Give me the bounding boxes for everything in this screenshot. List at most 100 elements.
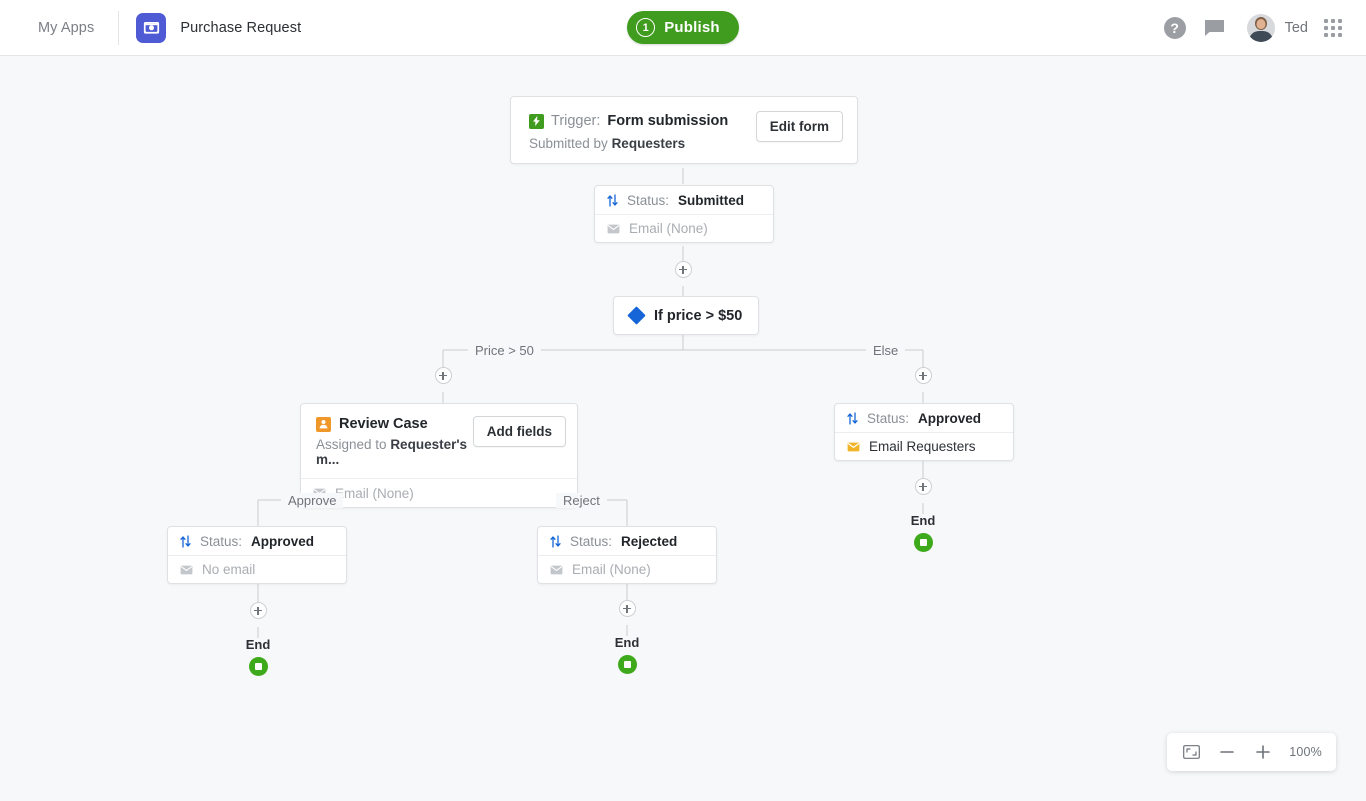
header-divider	[118, 10, 120, 45]
avatar-body	[1248, 30, 1273, 42]
help-button[interactable]: ?	[1155, 8, 1195, 48]
chat-button[interactable]	[1195, 8, 1235, 48]
end-stop-icon	[913, 533, 933, 552]
end-stop-icon	[617, 655, 637, 674]
email-row[interactable]: Email (None)	[538, 555, 716, 583]
trigger-prefix: Trigger:	[551, 113, 601, 129]
email-row[interactable]: No email	[168, 555, 346, 583]
status-row[interactable]: Status: Rejected	[538, 527, 716, 555]
status-row[interactable]: Status: Approved	[835, 404, 1013, 432]
end-label: End	[614, 635, 640, 650]
email-text: Email (None)	[629, 221, 708, 236]
review-case-title-row: Review Case	[316, 416, 473, 432]
my-apps-link[interactable]: My Apps	[38, 20, 94, 36]
help-icon: ?	[1163, 16, 1186, 39]
reject-status-card[interactable]: Status: Rejected Email (None)	[537, 526, 717, 584]
trigger-headline: Trigger: Form submission	[529, 111, 756, 131]
status-prefix: Status:	[867, 410, 910, 426]
review-case-text: Review Case Assigned to Requester's m...	[316, 416, 473, 467]
person-badge-icon	[316, 416, 331, 432]
envelope-icon	[550, 565, 563, 574]
else-node[interactable]: Status: Approved Email Requesters	[834, 403, 1014, 461]
zoom-level-label: 100%	[1289, 745, 1322, 759]
connector-wires	[257, 168, 924, 638]
app-title: Purchase Request	[180, 19, 302, 36]
status-row[interactable]: Status: Approved	[168, 527, 346, 555]
trigger-text: Trigger: Form submission Submitted by Re…	[529, 111, 756, 151]
assigned-to-prefix: Assigned to	[316, 437, 387, 452]
status-value: Submitted	[678, 192, 745, 208]
envelope-icon	[607, 224, 620, 233]
else-status-card[interactable]: Status: Approved Email Requesters	[834, 403, 1014, 461]
submitted-by-value: Requesters	[611, 136, 686, 151]
money-app-icon[interactable]	[136, 12, 167, 43]
condition-card[interactable]: If price > $50	[613, 296, 760, 335]
end-node-else[interactable]: End	[903, 513, 943, 552]
add-step-plus-false-branch[interactable]	[914, 367, 932, 384]
fit-to-screen-button[interactable]	[1181, 742, 1201, 762]
header-right-actions: ? Ted	[1155, 8, 1342, 48]
top-header: My Apps Purchase Request 1 Publish ? Ted	[0, 0, 1366, 56]
sort-arrows-icon	[180, 534, 191, 548]
end-node-approve[interactable]: End	[238, 637, 278, 676]
email-text: No email	[202, 562, 256, 577]
zoom-toolbar: 100%	[1167, 733, 1336, 771]
user-name[interactable]: Ted	[1285, 20, 1308, 36]
status-prefix: Status:	[627, 192, 670, 208]
trigger-node[interactable]: Trigger: Form submission Submitted by Re…	[510, 96, 858, 164]
status-prefix: Status:	[570, 533, 613, 549]
branch-label-reject: Reject	[556, 493, 607, 508]
status-value: Rejected	[621, 533, 678, 549]
submitted-by-prefix: Submitted by	[529, 136, 608, 151]
trigger-status-node[interactable]: Status: Submitted Email (None)	[594, 185, 774, 243]
user-avatar[interactable]	[1246, 13, 1275, 42]
add-step-plus-reject[interactable]	[618, 600, 636, 617]
add-step-plus-approve[interactable]	[249, 602, 267, 619]
email-text: Email Requesters	[869, 439, 976, 454]
workflow-canvas[interactable]: Trigger: Form submission Submitted by Re…	[0, 56, 1366, 801]
add-fields-button[interactable]: Add fields	[472, 416, 566, 447]
trigger-name: Form submission	[607, 113, 729, 129]
email-row[interactable]: Email (None)	[595, 214, 773, 242]
status-value: Approved	[918, 410, 982, 426]
condition-label: If price > $50	[654, 307, 743, 324]
approve-status-card[interactable]: Status: Approved No email	[167, 526, 347, 584]
publish-count-badge: 1	[636, 18, 656, 37]
add-step-plus-true-branch[interactable]	[434, 367, 452, 384]
email-row[interactable]: Email Requesters	[835, 432, 1013, 460]
envelope-filled-icon	[847, 442, 860, 451]
zoom-out-button[interactable]	[1217, 742, 1237, 762]
envelope-icon	[180, 565, 193, 574]
status-row[interactable]: Status: Submitted	[595, 186, 773, 214]
end-label: End	[245, 637, 271, 652]
reject-node[interactable]: Status: Rejected Email (None)	[537, 526, 717, 584]
sort-arrows-icon	[847, 411, 858, 425]
edit-form-button[interactable]: Edit form	[755, 111, 843, 142]
branch-label-true: Price > 50	[468, 343, 541, 358]
review-case-title: Review Case	[339, 416, 428, 432]
chat-bubble-icon	[1205, 19, 1225, 36]
publish-label: Publish	[664, 19, 720, 36]
end-label: End	[910, 513, 936, 528]
condition-node[interactable]: If price > $50	[613, 296, 760, 335]
trigger-card[interactable]: Trigger: Form submission Submitted by Re…	[510, 96, 858, 164]
trigger-status-card[interactable]: Status: Submitted Email (None)	[594, 185, 774, 243]
review-case-email-text: Email (None)	[335, 485, 414, 501]
fit-to-screen-icon	[1182, 745, 1200, 759]
branch-label-approve: Approve	[281, 493, 344, 508]
sort-arrows-icon	[550, 534, 561, 548]
end-node-reject[interactable]: End	[607, 635, 647, 674]
zoom-in-button[interactable]	[1253, 742, 1273, 762]
plus-icon	[1256, 745, 1271, 759]
end-stop-icon	[248, 657, 268, 676]
apps-grid-icon[interactable]	[1324, 18, 1342, 37]
avatar-face	[1256, 18, 1266, 29]
branch-label-false: Else	[866, 343, 906, 358]
add-step-plus-trigger[interactable]	[674, 261, 692, 278]
publish-button[interactable]: 1 Publish	[627, 11, 739, 44]
add-step-plus-else[interactable]	[914, 478, 932, 495]
approve-node[interactable]: Status: Approved No email	[167, 526, 347, 584]
email-text: Email (None)	[572, 562, 651, 577]
review-case-header: Review Case Assigned to Requester's m...…	[301, 404, 577, 478]
status-prefix: Status:	[200, 533, 243, 549]
